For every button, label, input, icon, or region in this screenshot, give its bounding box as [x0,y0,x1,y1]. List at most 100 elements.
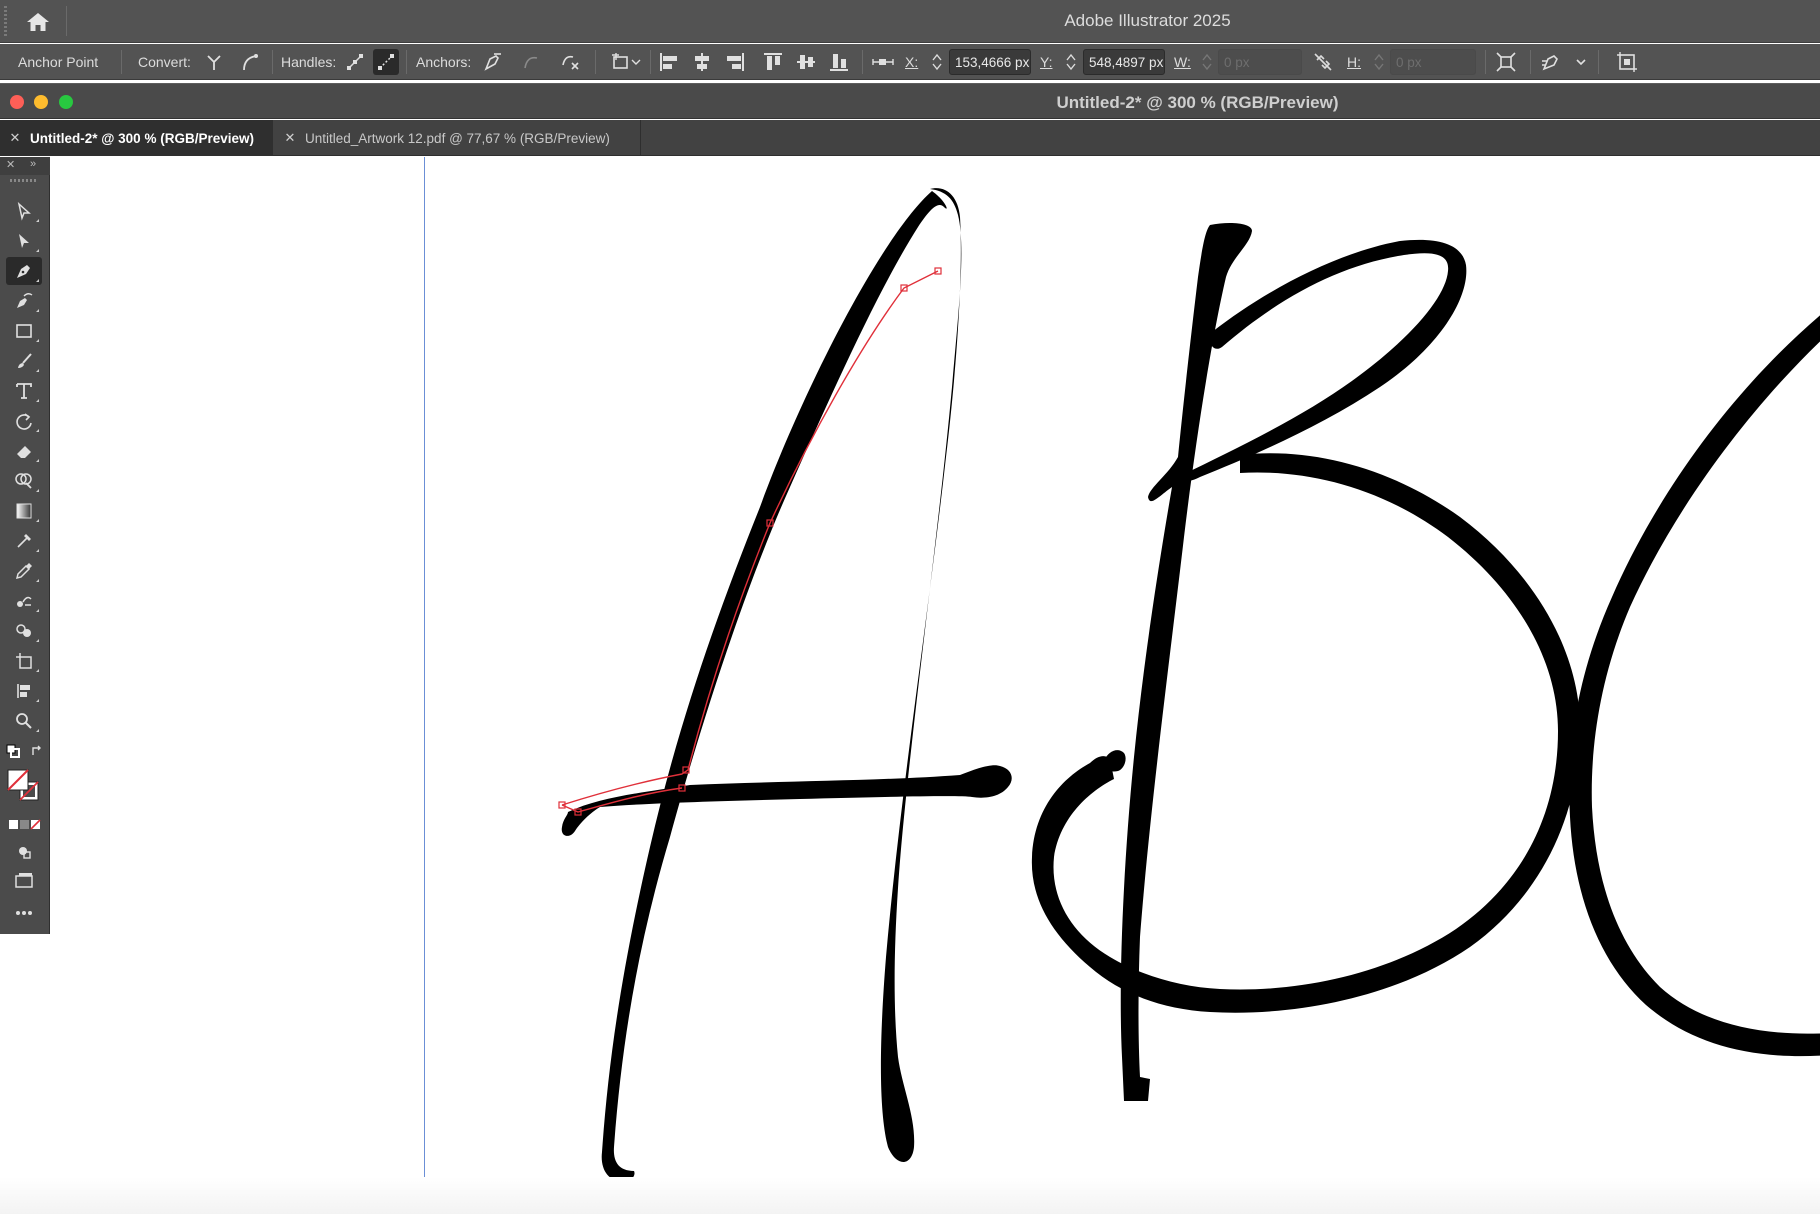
reference-point-button[interactable] [870,49,896,75]
control-bar: Anchor Point Convert: Handles: Anchors: [0,44,1820,80]
align-to-dropdown[interactable] [609,49,645,75]
document-tab-bar: ✕ Untitled-2* @ 300 % (RGB/Preview) ✕ Un… [0,120,1820,156]
collapse-icon[interactable]: » [30,158,36,170]
app-title-bar: Adobe Illustrator 2025 [0,0,1820,43]
letter-a-right-leg[interactable] [880,188,962,1162]
artboard-tool-icon [16,653,32,669]
rectangle-tool[interactable] [6,317,42,345]
letter-b-loop[interactable] [1103,750,1126,772]
direct-selection-tool[interactable] [6,227,42,255]
stepper-icon [1202,53,1212,71]
convert-to-corner-button[interactable] [201,49,227,75]
hide-handles-button[interactable] [373,49,399,75]
letter-a-left-stroke[interactable] [575,187,958,1207]
align-top-button[interactable] [760,49,786,75]
h-label: H: [1347,54,1361,70]
pen-options-dropdown[interactable] [1572,49,1590,75]
cut-path-button[interactable] [557,49,583,75]
cut-path-icon [562,55,579,70]
convert-to-smooth-button[interactable] [237,49,263,75]
x-stepper[interactable] [930,51,944,73]
tab-close-icon[interactable]: ✕ [283,130,297,146]
more-icon [16,911,32,915]
direct-selection-tool-icon [19,234,29,248]
document-window-title: Untitled-2* @ 300 % (RGB/Preview) [1056,93,1339,112]
color-mode-buttons[interactable] [6,811,42,839]
type-tool[interactable] [6,377,42,405]
letter-c-curve[interactable] [1569,307,1820,1057]
pen-options-button[interactable] [1539,49,1565,75]
control-separator [1485,50,1486,74]
edit-toolbar-button[interactable] [6,899,42,927]
tab-close-icon[interactable]: ✕ [8,130,22,146]
lettering-artwork[interactable] [0,157,1820,1214]
convert-label: Convert: [138,54,191,70]
y-stepper[interactable] [1064,51,1078,73]
fill-stroke-swatches[interactable] [6,766,42,806]
eyedropper-tool[interactable] [6,557,42,585]
align-hcenter-icon [695,53,709,71]
screen-mode-button[interactable] [6,867,42,895]
selection-tool[interactable] [6,197,42,225]
artboard-tool[interactable] [6,647,42,675]
align-middle-button[interactable] [793,49,819,75]
y-label: Y: [1040,54,1053,70]
curvature-tool-icon [17,293,33,308]
align-bottom-button[interactable] [826,49,852,75]
letter-b-artwork[interactable] [1031,223,1580,1101]
slice-tool[interactable] [6,677,42,705]
paintbrush-tool[interactable] [6,347,42,375]
color-gradient-none-icon [9,819,41,830]
align-center-button[interactable] [689,49,715,75]
anchors-label: Anchors: [416,54,472,70]
isolate-selection-button[interactable] [1614,49,1640,75]
letter-b-stem[interactable] [1120,223,1252,1101]
chevron-down-icon [1576,59,1586,66]
remove-anchor-button[interactable] [479,49,505,75]
hide-handles-icon [378,54,394,70]
x-input[interactable]: 153,4666 px [949,49,1031,75]
panel-grip[interactable] [10,179,36,182]
control-separator [272,50,273,74]
gradient-tool[interactable] [6,497,42,525]
y-input[interactable]: 548,4897 px [1083,49,1165,75]
rotate-tool[interactable] [6,407,42,435]
align-bottom-icon [830,54,848,71]
align-left-button[interactable] [656,49,682,75]
constrain-proportions-button[interactable] [1310,49,1336,75]
eraser-tool[interactable] [6,437,42,465]
drawing-mode-button[interactable] [6,837,42,865]
symbol-sprayer-tool[interactable] [6,617,42,645]
control-separator [1530,50,1531,74]
show-handles-icon [347,54,363,70]
tab-untitled-2[interactable]: ✕ Untitled-2* @ 300 % (RGB/Preview) [0,120,273,156]
letter-c-artwork[interactable] [1569,307,1820,1057]
default-colors-button[interactable] [2,737,24,765]
w-input[interactable]: 0 px [1218,49,1302,75]
swap-colors-button[interactable] [26,737,48,765]
close-icon[interactable]: ✕ [6,158,15,171]
pen-tool-icon [17,265,30,278]
tab-label: Untitled-2* @ 300 % (RGB/Preview) [30,130,254,146]
h-input[interactable]: 0 px [1390,49,1476,75]
h-stepper[interactable] [1372,51,1386,73]
curvature-tool[interactable] [6,287,42,315]
shape-builder-tool[interactable] [6,467,42,495]
zoom-tool[interactable] [6,707,42,735]
tab-untitled-artwork-12[interactable]: ✕ Untitled_Artwork 12.pdf @ 77,67 % (RGB… [275,120,641,156]
pen-tool[interactable] [6,257,42,285]
mesh-tool[interactable] [6,527,42,555]
default-fill-stroke-icon [6,744,20,758]
artboard-canvas[interactable] [0,157,1820,1214]
connect-anchors-button[interactable] [518,49,544,75]
blend-tool[interactable] [6,587,42,615]
letter-a-crossbar[interactable] [561,765,1012,836]
w-stepper[interactable] [1200,51,1214,73]
letter-b-lower-bowl[interactable] [1031,453,1580,1013]
align-right-button[interactable] [722,49,748,75]
show-handles-button[interactable] [342,49,368,75]
letter-a-artwork[interactable] [558,187,1012,1207]
document-window-bar: Untitled-2* @ 300 % (RGB/Preview) [0,83,1820,119]
selection-tool-icon [17,201,31,221]
transform-button[interactable] [1493,49,1519,75]
